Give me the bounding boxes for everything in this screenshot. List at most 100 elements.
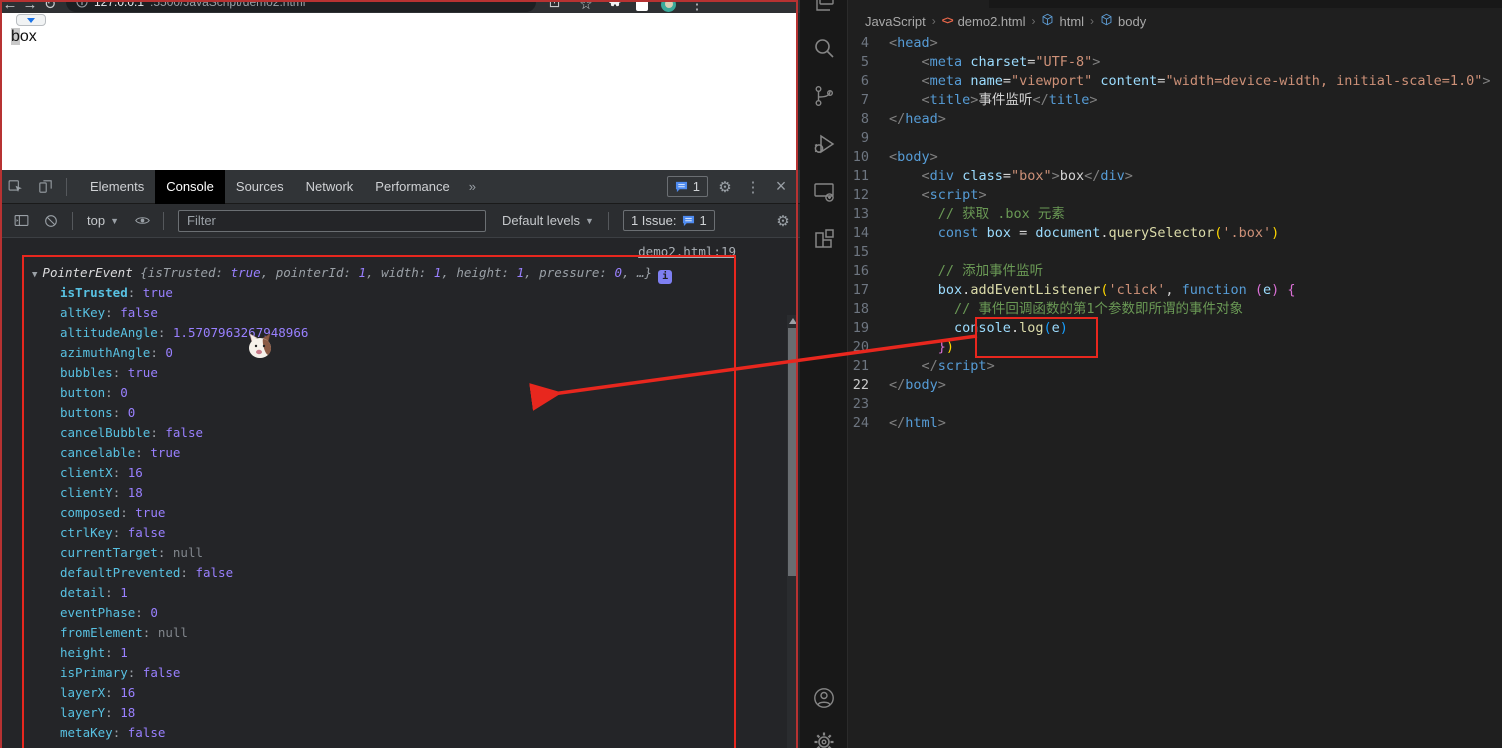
console-property-row[interactable]: bubbles: true <box>60 363 780 383</box>
devtools-kebab-icon[interactable]: ⋮ <box>742 178 764 196</box>
filter-input[interactable] <box>178 209 486 232</box>
console-property-row[interactable]: ctrlKey: false <box>60 523 780 543</box>
share-icon[interactable] <box>544 0 564 13</box>
popup-sliver[interactable] <box>16 14 46 26</box>
line-number[interactable]: 17 <box>849 281 889 300</box>
devtools-settings-icon[interactable]: ⚙ <box>714 178 736 196</box>
line-number[interactable]: 10 <box>849 148 889 167</box>
console-property-row[interactable]: cancelBubble: false <box>60 423 780 443</box>
line-number[interactable]: 15 <box>849 243 889 262</box>
console-property-row[interactable]: layerX: 16 <box>60 683 780 703</box>
live-expression-eye-icon[interactable] <box>127 208 157 234</box>
code-line[interactable]: 19 console.log(e) <box>849 319 1502 338</box>
devtools-close-icon[interactable]: × <box>770 176 792 197</box>
code-line[interactable]: 20 }) <box>849 338 1502 357</box>
browser-menu-icon[interactable]: ⋮ <box>689 0 705 13</box>
extensions-puzzle-icon[interactable] <box>607 0 623 13</box>
device-toolbar-icon[interactable] <box>30 174 60 200</box>
code-line[interactable]: 22 </body> <box>849 376 1502 395</box>
site-info-icon[interactable] <box>76 0 88 8</box>
devtools-tab-elements[interactable]: Elements <box>79 170 155 204</box>
log-levels-selector[interactable]: Default levels ▼ <box>494 213 602 228</box>
console-property-row[interactable]: cancelable: true <box>60 443 780 463</box>
console-property-row[interactable]: movementX: 0 <box>60 743 780 748</box>
code-line[interactable]: 4 <head> <box>849 34 1502 53</box>
code-line[interactable]: 12 <script> <box>849 186 1502 205</box>
context-selector[interactable]: top ▼ <box>79 213 127 228</box>
code-line[interactable]: 7 <title>事件监听</title> <box>849 91 1502 110</box>
line-number[interactable]: 4 <box>849 34 889 53</box>
code-line[interactable]: 14 const box = document.querySelector('.… <box>849 224 1502 243</box>
console-scrollbar[interactable] <box>787 315 798 748</box>
bookmark-star-icon[interactable]: ☆ <box>578 0 594 13</box>
scrollbar-thumb[interactable] <box>788 328 797 576</box>
console-property-row[interactable]: altKey: false <box>60 303 780 323</box>
line-number[interactable]: 6 <box>849 72 889 91</box>
code-line[interactable]: 23 <box>849 395 1502 414</box>
clear-console-icon[interactable] <box>36 208 66 234</box>
console-property-row[interactable]: azimuthAngle: 0 <box>60 343 780 363</box>
console-property-row[interactable]: clientY: 18 <box>60 483 780 503</box>
breadcrumb-item-javascript[interactable]: JavaScript <box>865 14 926 29</box>
explorer-icon[interactable] <box>812 0 836 16</box>
reload-icon[interactable]: ↻ <box>40 0 60 13</box>
more-tabs-icon[interactable]: » <box>461 170 484 204</box>
line-number[interactable]: 11 <box>849 167 889 186</box>
console-property-row[interactable]: detail: 1 <box>60 583 780 603</box>
console-property-row[interactable]: metaKey: false <box>60 723 780 743</box>
console-object-preview[interactable]: ▼ PointerEvent {isTrusted: true, pointerI… <box>32 263 673 284</box>
code-line[interactable]: 5 <meta charset="UTF-8"> <box>849 53 1502 72</box>
extensions-icon[interactable] <box>812 228 836 252</box>
line-number[interactable]: 19 <box>849 319 889 338</box>
line-number[interactable]: 12 <box>849 186 889 205</box>
console-property-row[interactable]: currentTarget: null <box>60 543 780 563</box>
scrollbar-up-icon[interactable] <box>788 318 797 324</box>
code-line[interactable]: 6 <meta name="viewport" content="width=d… <box>849 72 1502 91</box>
devtools-tab-network[interactable]: Network <box>295 170 365 204</box>
page-box-text[interactable]: box <box>11 28 37 46</box>
line-number[interactable]: 24 <box>849 414 889 433</box>
code-line[interactable]: 15 <box>849 243 1502 262</box>
code-editor-content[interactable]: 4 <head> 5 <meta charset="UTF-8"> 6 <meta n… <box>849 34 1502 748</box>
line-number[interactable]: 13 <box>849 205 889 224</box>
code-line[interactable]: 16 // 添加事件监听 <box>849 262 1502 281</box>
console-property-row[interactable]: isPrimary: false <box>60 663 780 683</box>
console-property-row[interactable]: composed: true <box>60 503 780 523</box>
console-sidebar-icon[interactable] <box>6 208 36 234</box>
devtools-tab-console[interactable]: Console <box>155 169 225 204</box>
code-line[interactable]: 18 // 事件回调函数的第1个参数即所谓的事件对象 <box>849 300 1502 319</box>
line-number[interactable]: 23 <box>849 395 889 414</box>
forward-icon[interactable]: → <box>20 0 40 13</box>
code-line[interactable]: 21 </script> <box>849 357 1502 376</box>
address-bar[interactable]: 127.0.0.1:5500/JavaScript/demo2.html <box>66 0 536 12</box>
devtools-tab-sources[interactable]: Sources <box>225 170 295 204</box>
code-line[interactable]: 17 box.addEventListener('click', functio… <box>849 281 1502 300</box>
run-debug-icon[interactable] <box>812 132 836 156</box>
line-number[interactable]: 5 <box>849 53 889 72</box>
line-number[interactable]: 8 <box>849 110 889 129</box>
disclosure-triangle-icon[interactable]: ▼ <box>32 270 37 280</box>
console-messages-badge[interactable]: 1 <box>666 176 708 197</box>
active-tab-sliver[interactable] <box>849 0 989 8</box>
breadcrumb-item-demo2.html[interactable]: <> demo2.html <box>942 14 1026 29</box>
code-line[interactable]: 13 // 获取 .box 元素 <box>849 205 1502 224</box>
code-line[interactable]: 8 </head> <box>849 110 1502 129</box>
object-info-icon[interactable]: i <box>658 270 673 284</box>
code-line[interactable]: 24 </html> <box>849 414 1502 433</box>
code-line[interactable]: 9 <box>849 129 1502 148</box>
line-number[interactable]: 18 <box>849 300 889 319</box>
source-control-icon[interactable] <box>812 84 836 108</box>
console-property-row[interactable]: isTrusted: true <box>60 283 780 303</box>
inspect-element-icon[interactable] <box>0 174 30 200</box>
console-property-row[interactable]: eventPhase: 0 <box>60 603 780 623</box>
breadcrumb-item-html[interactable]: html <box>1041 13 1084 29</box>
pinned-extension-icon[interactable] <box>636 0 648 11</box>
breadcrumb-item-body[interactable]: body <box>1100 13 1146 29</box>
line-number[interactable]: 21 <box>849 357 889 376</box>
search-icon[interactable] <box>812 36 836 60</box>
code-line[interactable]: 11 <div class="box">box</div> <box>849 167 1502 186</box>
line-number[interactable]: 14 <box>849 224 889 243</box>
devtools-tab-performance[interactable]: Performance <box>364 170 460 204</box>
console-property-row[interactable]: defaultPrevented: false <box>60 563 780 583</box>
back-icon[interactable]: ← <box>0 0 20 13</box>
